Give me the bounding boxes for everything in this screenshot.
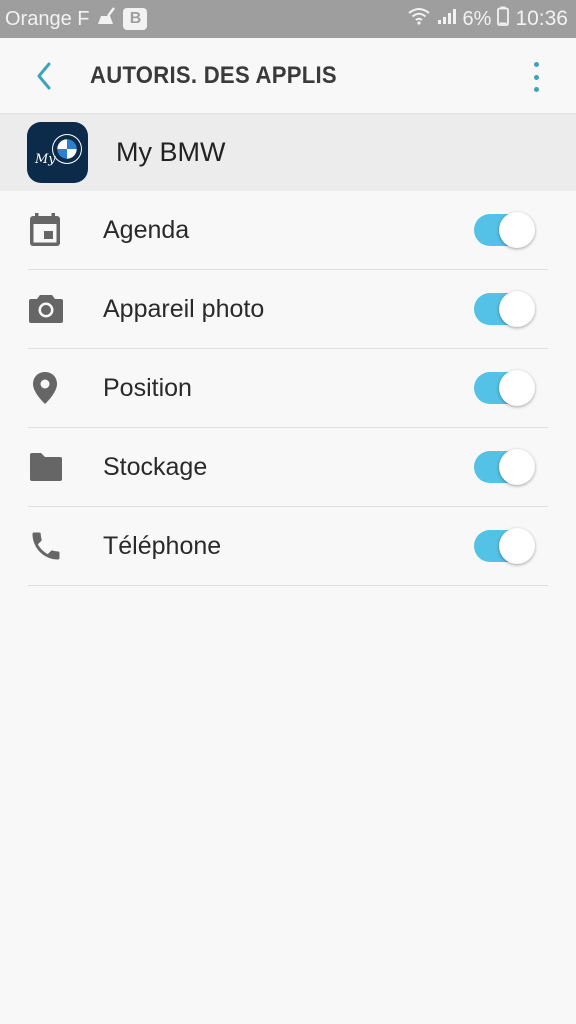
permission-toggle-phone[interactable] bbox=[474, 528, 535, 564]
permission-item-phone[interactable]: Téléphone bbox=[28, 507, 548, 586]
calendar-icon bbox=[28, 210, 88, 250]
permission-item-storage[interactable]: Stockage bbox=[28, 428, 548, 507]
permission-item-agenda[interactable]: Agenda bbox=[28, 191, 548, 270]
battery-percent: 6% bbox=[462, 7, 492, 30]
toggle-knob bbox=[499, 212, 535, 248]
page-title: AUTORIS. DES APPLIS bbox=[90, 61, 337, 89]
permission-label: Agenda bbox=[103, 215, 190, 244]
back-button[interactable] bbox=[14, 38, 74, 114]
signal-icon bbox=[437, 7, 457, 31]
permission-label: Position bbox=[103, 373, 192, 402]
permission-toggle-location[interactable] bbox=[474, 370, 535, 406]
b-badge-icon: B bbox=[123, 8, 148, 30]
app-icon-text: My bbox=[35, 152, 56, 167]
more-vert-dot bbox=[533, 74, 539, 80]
permission-toggle-agenda[interactable] bbox=[474, 212, 535, 248]
phone-icon bbox=[28, 526, 88, 566]
permissions-list: Agenda Appareil photo Position Stockage … bbox=[0, 191, 576, 586]
toggle-knob bbox=[499, 370, 535, 406]
more-vert-dot bbox=[533, 87, 539, 92]
carrier-label: Orange F bbox=[5, 7, 90, 30]
app-info-row: My My BMW bbox=[0, 114, 576, 191]
more-options-button[interactable] bbox=[526, 62, 546, 92]
app-name: My BMW bbox=[116, 137, 226, 167]
clock: 10:36 bbox=[515, 7, 568, 30]
permission-label: Appareil photo bbox=[103, 294, 265, 323]
chevron-left-icon bbox=[37, 62, 51, 89]
folder-icon bbox=[28, 447, 88, 487]
location-pin-icon bbox=[28, 368, 88, 408]
toggle-knob bbox=[499, 528, 535, 564]
permission-item-camera[interactable]: Appareil photo bbox=[28, 270, 548, 349]
permission-toggle-camera[interactable] bbox=[474, 291, 535, 327]
toggle-knob bbox=[499, 291, 535, 327]
wifi-icon bbox=[407, 7, 431, 31]
toggle-knob bbox=[499, 449, 535, 485]
status-bar: Orange F B 6% 10:36 bbox=[0, 0, 576, 38]
permission-toggle-storage[interactable] bbox=[474, 449, 535, 485]
app-bar: AUTORIS. DES APPLIS bbox=[0, 38, 576, 114]
battery-icon bbox=[497, 6, 510, 32]
bmw-app-icon: My bbox=[27, 122, 88, 183]
more-vert-icon bbox=[533, 62, 539, 67]
camera-icon bbox=[28, 289, 88, 329]
permission-label: Stockage bbox=[103, 452, 208, 481]
cleaning-notification-icon bbox=[95, 7, 117, 31]
permission-label: Téléphone bbox=[103, 531, 222, 560]
permission-item-location[interactable]: Position bbox=[28, 349, 548, 428]
